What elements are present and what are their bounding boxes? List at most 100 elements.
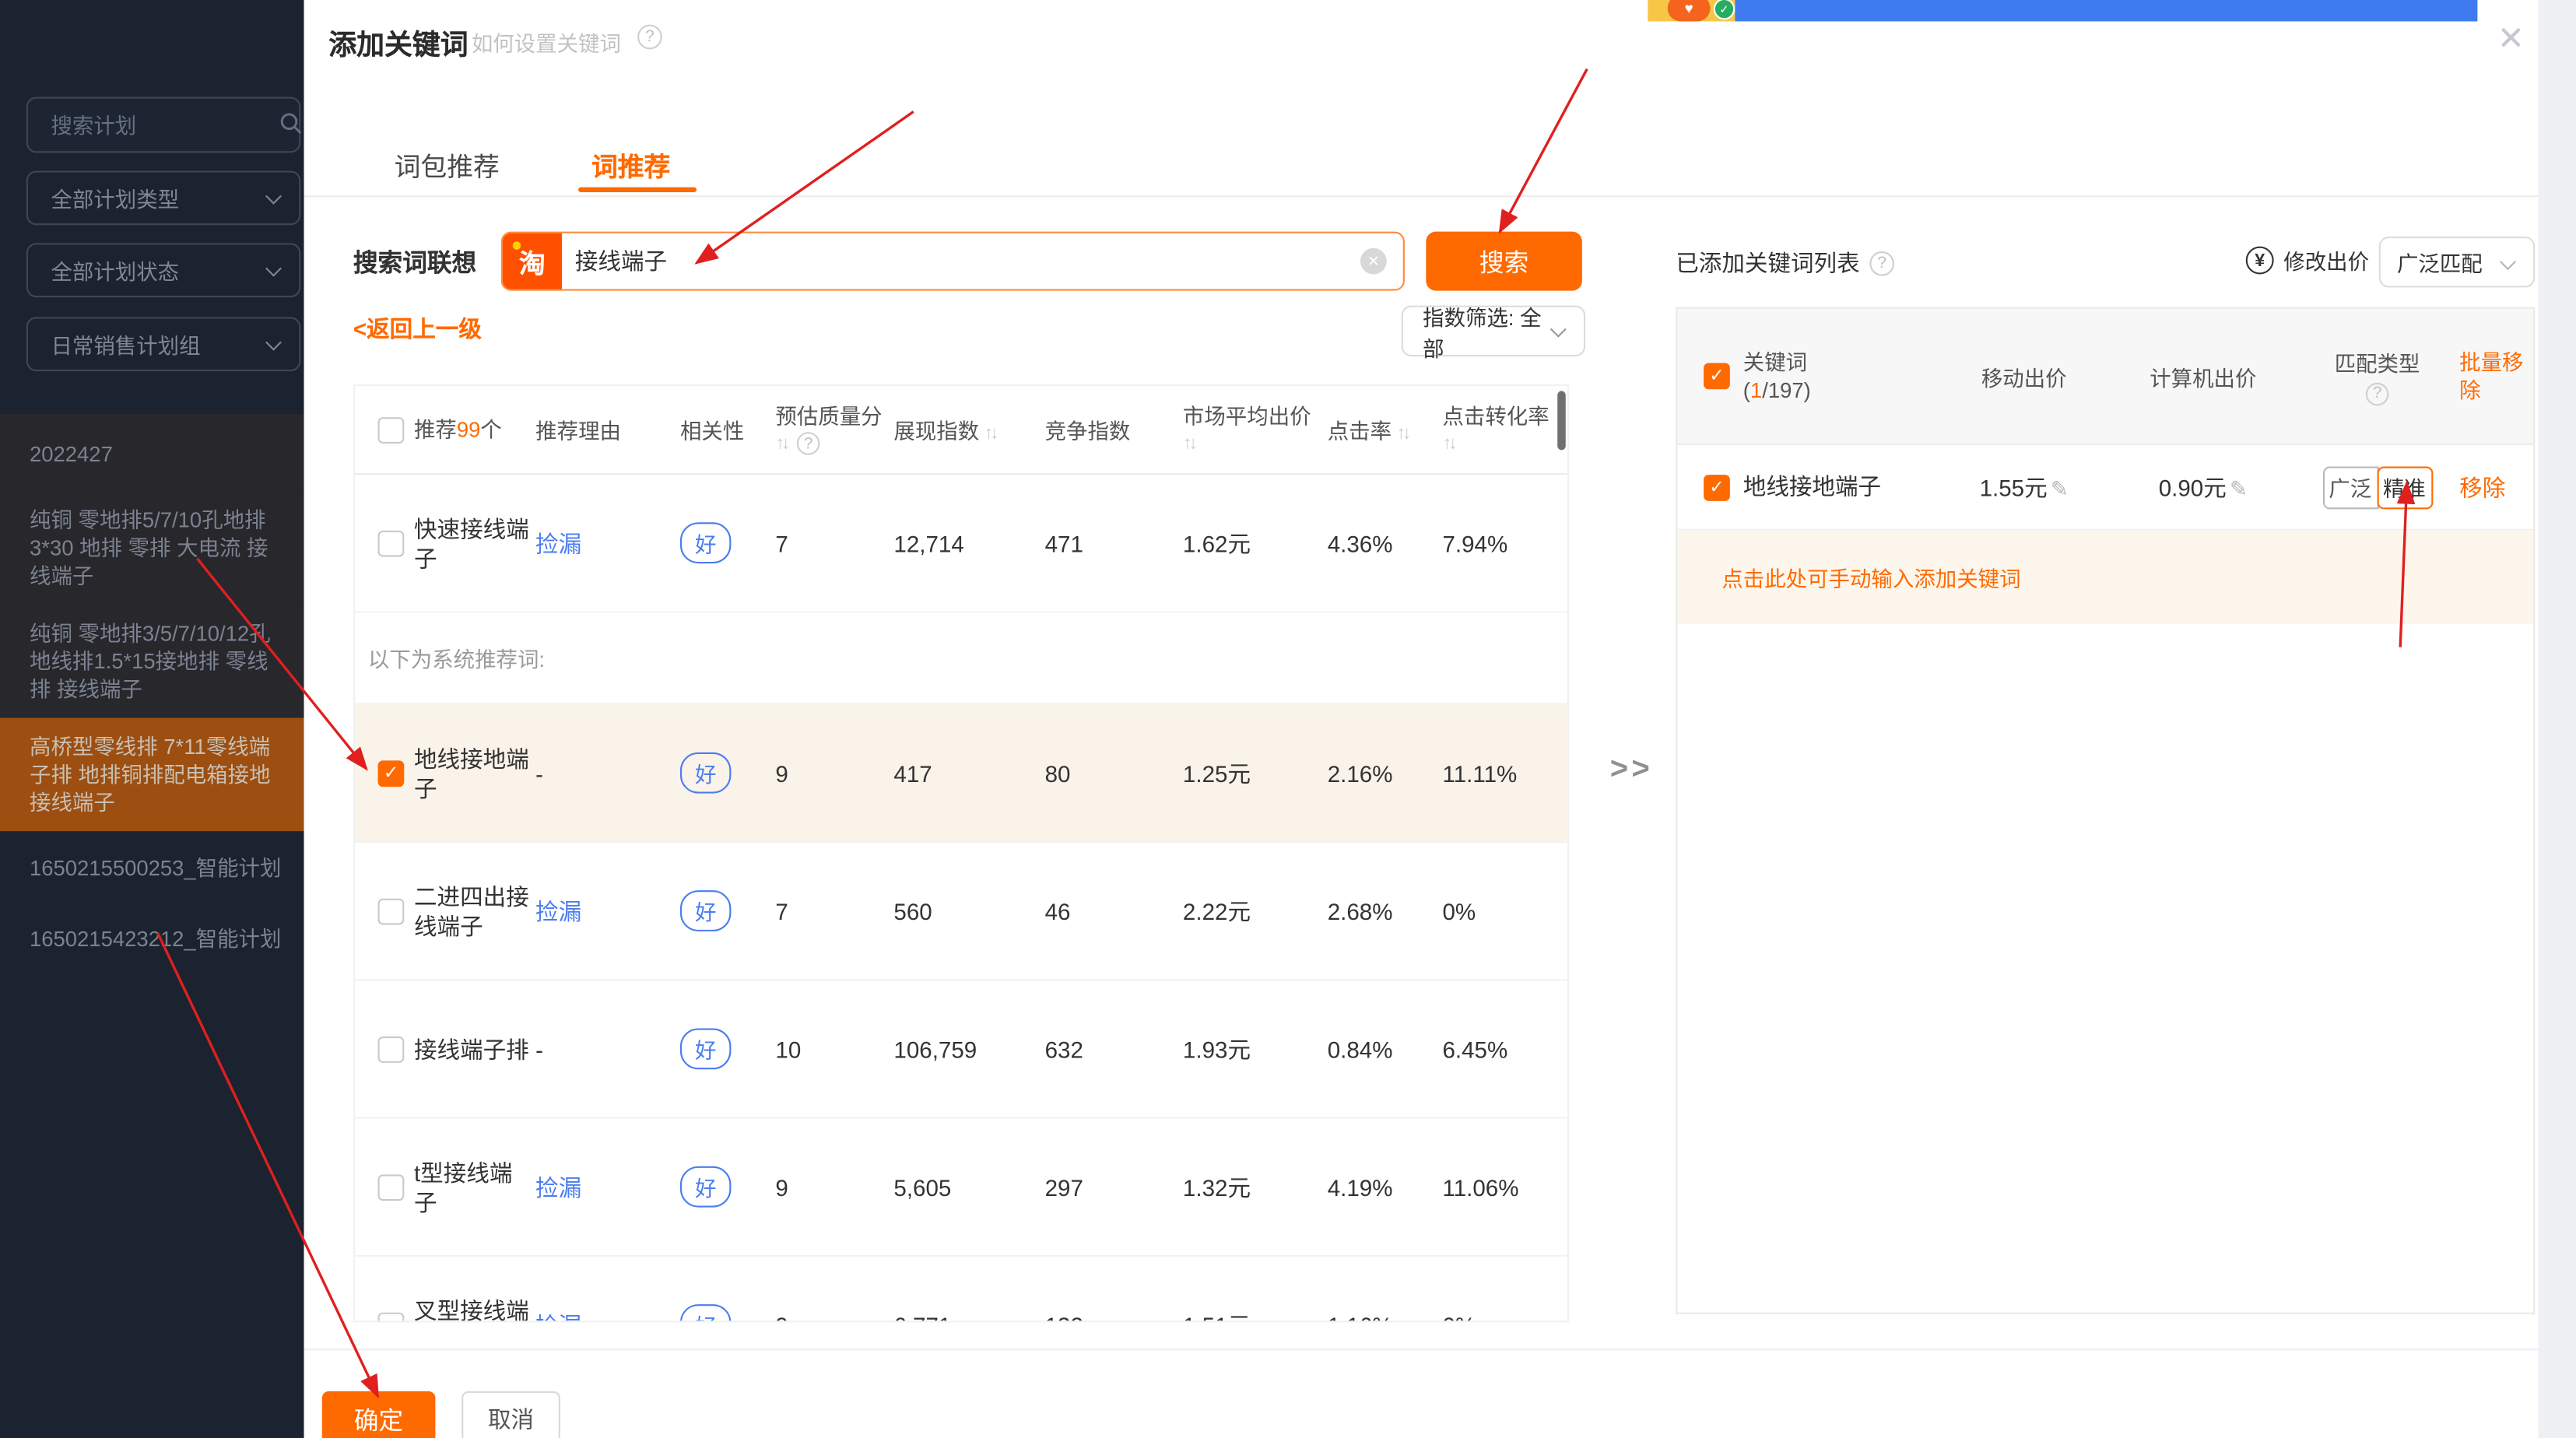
relevance-badge: 好 (680, 1028, 731, 1069)
modify-bid-button[interactable]: ¥ 修改出价 (2246, 245, 2369, 276)
keyword-row: ✓地线接地端子-好9417801.25元2.16%11.11% (355, 705, 1567, 843)
manual-add-keyword-row[interactable]: 点击此处可手动输入添加关键词 (1677, 531, 2533, 624)
select-all-checkbox[interactable] (378, 416, 405, 443)
added-keywords-header: ✓ 关键词 (1/197) 移动出价 计算机出价 匹配类型 ? 批量移除 (1677, 309, 2533, 445)
confirm-button[interactable]: 确定 (322, 1391, 436, 1438)
heart-hands-icon: ♥ (1668, 0, 1711, 21)
row-checkbox[interactable]: ✓ (378, 759, 405, 786)
mobile-bid-value: 1.55元✎ (1937, 471, 2111, 503)
edit-pencil-icon[interactable]: ✎ (2230, 475, 2248, 500)
back-to-upper-link[interactable]: <返回上一级 (353, 312, 482, 345)
sidebar-plan-item[interactable]: 1650215423212_智能计划 (0, 902, 312, 973)
pc-bid-value: 0.90元✎ (2111, 471, 2295, 503)
row-checkbox[interactable] (378, 1312, 405, 1323)
competition-index: 80 (1045, 759, 1183, 786)
column-header: 预估质量分↑↓? (775, 403, 893, 456)
app-root: 全部计划类型 全部计划状态 日常销售计划组 2022427纯铜 零地排5/7/1… (0, 0, 2576, 1438)
taobao-logo-dot (513, 241, 521, 250)
keyword-search-input[interactable] (575, 233, 1331, 289)
recommend-keyword-table: 推荐99个推荐理由相关性预估质量分↑↓?展现指数↑↓竞争指数市场平均出价↑↓点击… (353, 384, 1569, 1322)
column-header: 市场平均出价 ↑↓ (1183, 403, 1328, 456)
chevron-down-icon (2500, 254, 2516, 270)
help-icon[interactable]: ? (637, 25, 662, 50)
market-avg-price: 1.62元 (1183, 527, 1328, 559)
match-type-dropdown-label: 广泛匹配 (2397, 247, 2483, 278)
sort-icon[interactable]: ↑↓ (775, 433, 787, 452)
search-button[interactable]: 搜索 (1426, 232, 1582, 291)
edit-pencil-icon[interactable]: ✎ (2051, 475, 2069, 500)
column-header: 竞争指数 (1045, 414, 1183, 445)
recommend-reason[interactable]: 捡漏 (532, 1170, 680, 1203)
quality-score: 9 (775, 759, 893, 786)
sort-help-row: ↑↓? (775, 428, 893, 456)
plan-group-filter[interactable]: 日常销售计划组 (26, 317, 301, 371)
match-option-exact[interactable]: 精准 (2377, 465, 2433, 508)
click-rate: 4.36% (1328, 530, 1443, 556)
relevance-cell: 好 (680, 752, 775, 794)
search-icon (279, 112, 303, 135)
recommend-reason[interactable]: 捡漏 (532, 1308, 680, 1322)
match-type-dropdown[interactable]: 广泛匹配 (2379, 237, 2536, 287)
recommend-prefix: 推荐 (414, 416, 457, 441)
notification-icon-area: ♥ ✓ (1648, 0, 1735, 21)
remove-keyword-button[interactable]: 移除 (2459, 471, 2535, 503)
row-checkbox[interactable]: ✓ (1704, 474, 1730, 500)
row-checkbox[interactable] (378, 1036, 405, 1062)
plan-search-input[interactable] (26, 97, 301, 153)
added-keywords-title: 已添加关键词列表 (1676, 247, 1859, 279)
column-label: 点击转化率 (1442, 403, 1569, 428)
relevance-badge: 好 (680, 1304, 731, 1322)
help-icon[interactable]: ? (797, 432, 820, 455)
relevance-badge: 好 (680, 1166, 731, 1208)
system-recommend-note: 以下为系统推荐词: (355, 612, 1567, 704)
added-keyword-name: 地线接地端子 (1743, 473, 1937, 501)
tab-word-package[interactable]: 词包推荐 (395, 145, 500, 184)
index-filter-dropdown[interactable]: 指数筛选: 全部 (1402, 306, 1585, 356)
close-icon[interactable]: ✕ (2497, 18, 2525, 59)
row-checkbox[interactable] (378, 898, 405, 924)
recommend-reason[interactable]: 捡漏 (532, 527, 680, 559)
conversion-rate: 6.45% (1442, 1036, 1569, 1062)
relevance-cell: 好 (680, 890, 775, 931)
column-label: 推荐理由 (535, 419, 621, 444)
sort-icon[interactable]: ↑↓ (1183, 433, 1195, 452)
keyword-row: 接线端子排-好10106,7596321.93元0.84%6.45% (355, 980, 1567, 1118)
keyword-name: 快速接线端子 (414, 514, 532, 573)
scrollbar-thumb[interactable] (1557, 391, 1566, 450)
sidebar-plan-item[interactable]: 2022427 (0, 414, 312, 491)
sort-icon[interactable]: ↑↓ (1396, 424, 1408, 444)
tab-word-recommend[interactable]: 词推荐 (591, 145, 670, 184)
recommend-reason[interactable]: 捡漏 (532, 894, 680, 927)
row-checkbox-cell: ✓ (355, 759, 414, 786)
recommend-suffix: 个 (480, 416, 501, 441)
sort-icon[interactable]: ↑↓ (1442, 433, 1454, 452)
footer-divider (304, 1349, 2539, 1350)
sidebar-plan-item[interactable]: 高桥型零线排 7*11零线端子排 地排铜排配电箱接地接线端子 (0, 718, 312, 832)
column-label: 展现指数 (893, 419, 979, 444)
cancel-button[interactable]: 取消 (462, 1391, 560, 1438)
sidebar-plan-item[interactable]: 纯铜 零地排3/5/7/10/12孔 地线排1.5*15接地排 零线排 接线端子 (0, 605, 312, 718)
column-label: 市场平均出价 (1183, 403, 1328, 428)
plan-type-filter[interactable]: 全部计划类型 (26, 171, 301, 226)
chevron-down-icon (265, 261, 282, 277)
row-checkbox[interactable] (378, 1173, 405, 1200)
market-avg-price: 1.93元 (1183, 1033, 1328, 1065)
plan-type-filter-label: 全部计划类型 (51, 182, 179, 213)
row-checkbox[interactable] (378, 530, 405, 556)
sort-icon[interactable]: ↑↓ (984, 424, 996, 444)
help-icon[interactable]: ? (1869, 251, 1894, 275)
competition-index: 632 (1045, 1036, 1183, 1062)
help-icon[interactable]: ? (2366, 382, 2389, 405)
active-tab-underline (578, 188, 697, 192)
quality-score: 9 (775, 1173, 893, 1200)
market-avg-price: 2.22元 (1183, 894, 1328, 927)
match-option-broad[interactable]: 广泛 (2322, 465, 2378, 508)
select-all-checkbox[interactable]: ✓ (1704, 363, 1730, 390)
clear-input-icon[interactable]: ✕ (1360, 248, 1387, 275)
column-header: 点击转化率 ↑↓ (1442, 403, 1569, 456)
notification-bar (1735, 0, 2477, 21)
batch-remove-button[interactable]: 批量移除 (2459, 349, 2535, 405)
plan-status-filter[interactable]: 全部计划状态 (26, 243, 301, 297)
sidebar-plan-item[interactable]: 1650215500253_智能计划 (0, 831, 312, 902)
sidebar-plan-item[interactable]: 纯铜 零地排5/7/10孔地排3*30 地排 零排 大电流 接线端子 (0, 491, 312, 605)
